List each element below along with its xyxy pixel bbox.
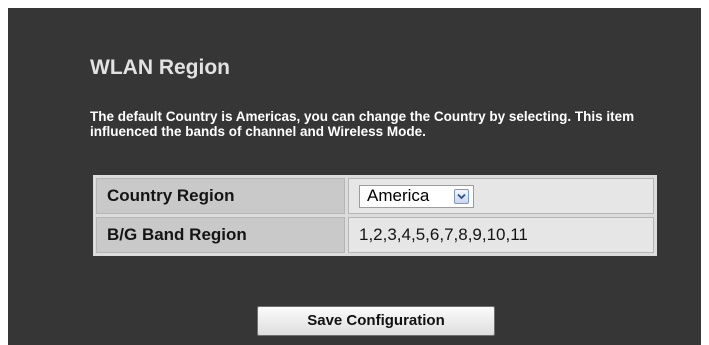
page-title: WLAN Region	[90, 56, 230, 79]
chevron-down-icon	[457, 193, 466, 199]
page-description: The default Country is Americas, you can…	[90, 109, 635, 139]
bg-band-region-label: B/G Band Region	[96, 217, 345, 253]
dropdown-button[interactable]	[454, 188, 469, 204]
bg-band-region-row: B/G Band Region 1,2,3,4,5,6,7,8,9,10,11	[96, 217, 654, 253]
save-configuration-button[interactable]: Save Configuration	[257, 306, 495, 336]
content-panel: WLAN Region The default Country is Ameri…	[8, 8, 701, 345]
settings-table: Country Region America B/G Band Region 1…	[93, 175, 657, 256]
bg-band-region-value: 1,2,3,4,5,6,7,8,9,10,11	[348, 217, 654, 253]
country-region-selected: America	[367, 186, 430, 205]
country-region-select[interactable]: America	[359, 184, 474, 208]
country-region-label: Country Region	[96, 178, 345, 214]
country-region-cell: America	[348, 178, 654, 214]
country-region-row: Country Region America	[96, 178, 654, 214]
